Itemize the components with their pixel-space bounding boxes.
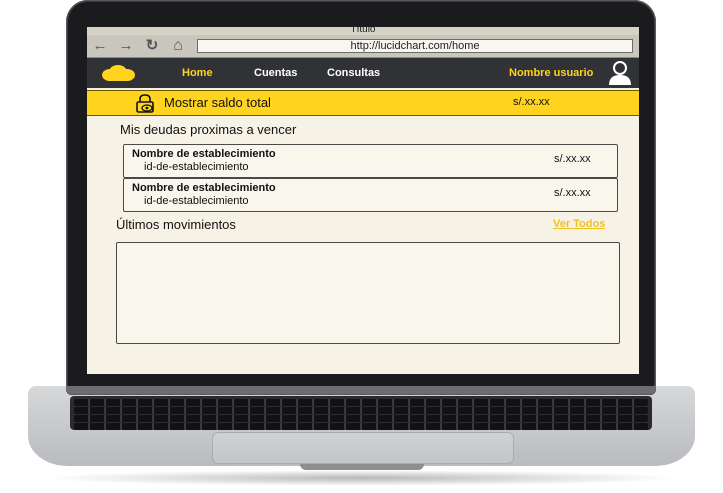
nav-consultas[interactable]: Consultas	[327, 67, 380, 79]
balance-amount: s/.xx.xx	[513, 96, 550, 108]
debt-amount: s/.xx.xx	[554, 153, 591, 165]
user-avatar-icon[interactable]	[607, 60, 633, 86]
establishment-id: id-de-establecimiento	[144, 161, 249, 173]
show-balance-toggle[interactable]: Mostrar saldo total	[164, 95, 271, 110]
debt-card[interactable]: Nombre de establecimiento id-de-establec…	[123, 144, 618, 178]
cloud-logo-icon[interactable]	[101, 65, 135, 82]
laptop-screen: Título ← → ↻ ⌂ http://lucidchart.com/hom…	[87, 27, 639, 374]
debts-section-title: Mis deudas proximas a vencer	[120, 122, 297, 137]
debt-amount: s/.xx.xx	[554, 187, 591, 199]
debt-card[interactable]: Nombre de establecimiento id-de-establec…	[123, 178, 618, 212]
url-bar[interactable]: http://lucidchart.com/home	[197, 39, 633, 53]
reload-icon[interactable]: ↻	[143, 38, 161, 54]
window-titlebar: Título	[87, 27, 639, 35]
movements-section-title: Últimos movimientos	[116, 217, 236, 232]
establishment-name: Nombre de establecimiento	[132, 148, 276, 160]
laptop-keyboard	[70, 396, 652, 430]
nav-cuentas[interactable]: Cuentas	[254, 67, 297, 79]
laptop-front-edge	[300, 464, 424, 470]
establishment-id: id-de-establecimiento	[144, 195, 249, 207]
window-title: Título	[350, 27, 376, 35]
see-all-link[interactable]: Ver Todos	[553, 218, 605, 230]
laptop-shadow	[40, 470, 683, 486]
nav-home[interactable]: Home	[182, 67, 213, 79]
laptop-hinge	[66, 386, 656, 394]
forward-arrow-icon[interactable]: →	[117, 38, 135, 54]
back-arrow-icon[interactable]: ←	[91, 38, 109, 54]
movements-list-panel	[116, 242, 620, 344]
user-name-link[interactable]: Nombre usuario	[509, 67, 593, 79]
browser-toolbar: ← → ↻ ⌂ http://lucidchart.com/home	[87, 35, 639, 58]
laptop-trackpad	[212, 432, 514, 464]
establishment-name: Nombre de establecimiento	[132, 182, 276, 194]
app-navbar: Home Cuentas Consultas Nombre usuario	[87, 58, 639, 88]
home-icon[interactable]: ⌂	[169, 38, 187, 54]
lock-eye-icon[interactable]	[135, 94, 155, 113]
balance-bar: Mostrar saldo total s/.xx.xx	[87, 90, 639, 116]
